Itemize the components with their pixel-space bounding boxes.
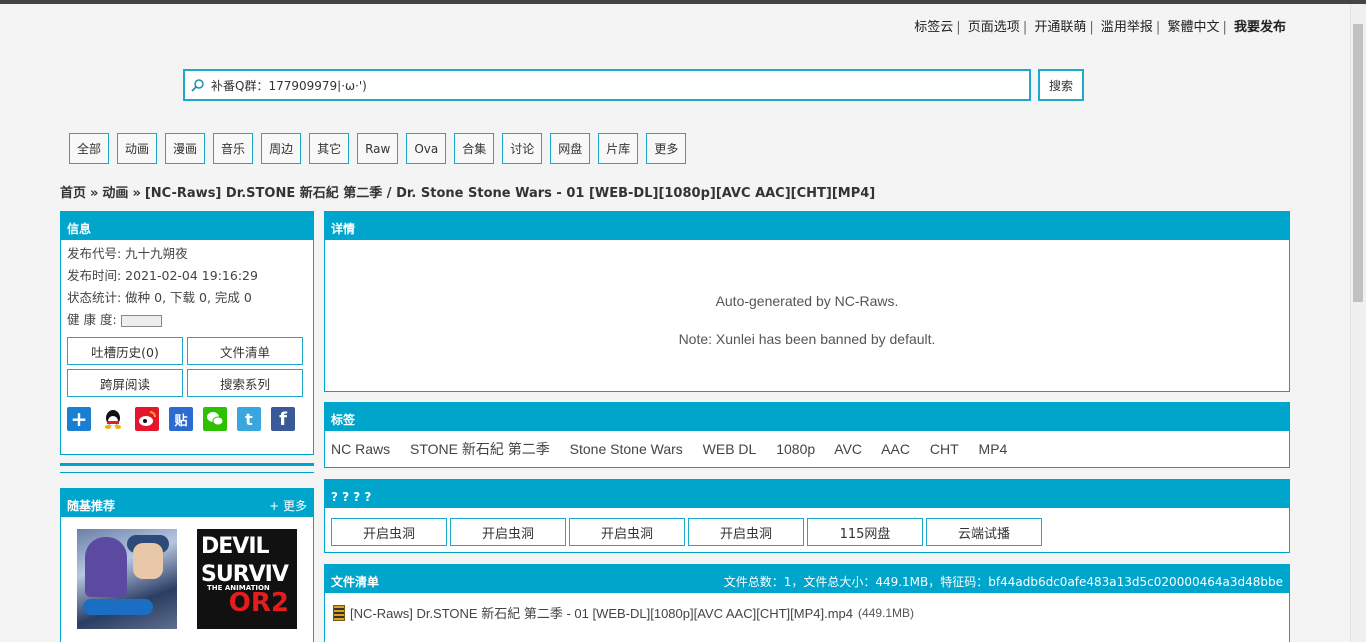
tag-list: NC Raws STONE 新石紀 第二季 Stone Stone Wars W…	[325, 431, 1289, 459]
top-links: 标签云 | 页面选项 | 开通联萌 | 滥用举报 | 繁體中文 | 我要发布	[914, 20, 1286, 35]
health-label: 健 康 度:	[67, 312, 117, 327]
tag-item[interactable]: CHT	[930, 441, 959, 457]
cloud-preview-button[interactable]: 云端试播	[926, 518, 1042, 546]
tags-panel: 标签 NC Raws STONE 新石紀 第二季 Stone Stone War…	[324, 402, 1290, 468]
window-top-border	[0, 0, 1366, 4]
page-scrollbar[interactable]	[1350, 4, 1366, 642]
category-netdisk[interactable]: 网盘	[550, 133, 591, 164]
breadcrumb-title: [NC-Raws] Dr.STONE 新石紀 第二季 / Dr. Stone S…	[144, 186, 876, 201]
tag-item[interactable]: AAC	[881, 441, 910, 457]
tag-item[interactable]: WEB DL	[703, 441, 757, 457]
tag-item[interactable]: 1080p	[776, 441, 815, 457]
file-size: (449.1MB)	[858, 605, 915, 620]
category-library[interactable]: 片库	[598, 133, 639, 164]
category-discussion[interactable]: 讨论	[502, 133, 543, 164]
publish-link[interactable]: 我要发布	[1234, 20, 1286, 35]
weibo-icon[interactable]	[135, 407, 159, 431]
tag-item[interactable]: NC Raws	[331, 441, 390, 457]
detail-panel: 详情 Auto-generated by NC-Raws. Note: Xunl…	[324, 211, 1290, 392]
more-link[interactable]: + 更多	[269, 489, 307, 523]
qq-icon[interactable]	[101, 407, 125, 431]
category-nav: 全部 动画 漫画 音乐 周边 其它 Raw Ova 合集 讨论 网盘 片库 更多	[69, 133, 694, 164]
facebook-icon[interactable]: f	[271, 407, 295, 431]
tag-item[interactable]: Stone Stone Wars	[570, 441, 683, 457]
breadcrumb: 首页» 动画» [NC-Raws] Dr.STONE 新石紀 第二季 / Dr. S…	[60, 186, 876, 201]
download-buttons: 开启虫洞 开启虫洞 开启虫洞 开启虫洞 115网盘 云端试播	[325, 508, 1289, 546]
thumb2-line-1: DEVIL	[201, 534, 270, 559]
file-list-title: 文件清单 文件总数：1，文件总大小：449.1MB，特征码：bf44adb6dc…	[325, 565, 1289, 593]
category-more[interactable]: 更多	[646, 133, 687, 164]
stats-text: 状态统计: 做种 0, 下载 0, 完成 0	[67, 290, 252, 305]
breadcrumb-section[interactable]: 动画	[102, 186, 128, 201]
tag-item[interactable]: AVC	[834, 441, 862, 457]
wechat-icon[interactable]	[203, 407, 227, 431]
search-icon	[191, 79, 204, 92]
file-list-button[interactable]: 文件清单	[187, 337, 303, 365]
recommend-thumbnail-2[interactable]: DEVIL SURVIV THE ANIMATION OR2	[197, 529, 297, 629]
info-buttons: 吐槽历史(0) 文件清单 跨屏阅读 搜索系列	[61, 331, 313, 397]
random-recommend-heading: 随基推荐	[67, 499, 116, 513]
divider	[60, 463, 314, 466]
random-recommend-panel: 随基推荐 + 更多 DEVIL SURVIV THE ANIMATION OR2	[60, 488, 314, 642]
detail-line-2: Note: Xunlei has been banned by default.	[678, 331, 936, 347]
search-button[interactable]: 搜索	[1038, 69, 1084, 101]
category-all[interactable]: 全部	[69, 133, 110, 164]
wormhole-button-1[interactable]: 开启虫洞	[331, 518, 447, 546]
wormhole-button-3[interactable]: 开启虫洞	[569, 518, 685, 546]
download-panel-title: ? ? ? ?	[325, 480, 1289, 508]
info-panel-title: 信息	[61, 212, 313, 240]
tieba-icon[interactable]: 贴	[169, 407, 193, 431]
breadcrumb-home[interactable]: 首页	[60, 186, 86, 201]
tag-cloud-link[interactable]: 标签云	[914, 20, 953, 35]
search-input[interactable]	[211, 78, 1029, 92]
search-series-button[interactable]: 搜索系列	[187, 369, 303, 397]
random-recommend-title: 随基推荐 + 更多	[61, 489, 313, 517]
tag-item[interactable]: MP4	[979, 441, 1008, 457]
divider-thin	[60, 472, 314, 473]
thumb2-line-4: OR2	[228, 587, 289, 618]
file-summary: 文件总数：1，文件总大小：449.1MB，特征码：bf44adb6dc0afe4…	[723, 575, 1283, 589]
category-manga[interactable]: 漫画	[165, 133, 206, 164]
file-name: [NC-Raws] Dr.STONE 新石紀 第二季 - 01 [WEB-DL]…	[350, 606, 854, 621]
page-options-link[interactable]: 页面选项	[968, 20, 1020, 35]
tag-item[interactable]: STONE 新石紀 第二季	[410, 441, 550, 457]
category-merch[interactable]: 周边	[261, 133, 302, 164]
health-row: 健 康 度:	[61, 309, 313, 331]
video-file-icon	[333, 604, 345, 621]
wormhole-button-4[interactable]: 开启虫洞	[688, 518, 804, 546]
recommend-thumbnail-1[interactable]	[77, 529, 177, 629]
detail-panel-title: 详情	[325, 212, 1289, 240]
category-other[interactable]: 其它	[309, 133, 350, 164]
category-anime[interactable]: 动画	[117, 133, 158, 164]
publisher-text: 发布代号: 九十九朔夜	[67, 246, 188, 261]
twitter-icon[interactable]: t	[237, 407, 261, 431]
category-collection[interactable]: 合集	[454, 133, 495, 164]
detail-content: Auto-generated by NC-Raws. Note: Xunlei …	[325, 240, 1289, 358]
download-panel: ? ? ? ? 开启虫洞 开启虫洞 开启虫洞 开启虫洞 115网盘 云端试播	[324, 479, 1290, 553]
thumb2-line-2: SURVIV	[201, 562, 289, 588]
join-alliance-link[interactable]: 开通联萌	[1034, 20, 1086, 35]
category-ova[interactable]: Ova	[406, 133, 447, 164]
comment-history-button[interactable]: 吐槽历史(0)	[67, 337, 183, 365]
add-share-icon[interactable]: +	[67, 407, 91, 431]
abuse-report-link[interactable]: 滥用举报	[1101, 20, 1153, 35]
info-panel: 信息 发布代号: 九十九朔夜 发布时间: 2021-02-04 19:16:29…	[60, 211, 314, 455]
health-bar	[120, 314, 162, 327]
share-icons: + 贴 t f	[61, 397, 313, 431]
scrollbar-thumb[interactable]	[1353, 24, 1363, 302]
category-music[interactable]: 音乐	[213, 133, 254, 164]
category-raw[interactable]: Raw	[357, 133, 399, 164]
file-list-heading: 文件清单	[331, 575, 380, 589]
file-list-panel: 文件清单 文件总数：1，文件总大小：449.1MB，特征码：bf44adb6dc…	[324, 564, 1290, 642]
tags-panel-title: 标签	[325, 403, 1289, 431]
wormhole-button-2[interactable]: 开启虫洞	[450, 518, 566, 546]
traditional-chinese-link[interactable]: 繁體中文	[1167, 20, 1219, 35]
search-box	[183, 69, 1031, 101]
publish-time-text: 发布时间: 2021-02-04 19:16:29	[67, 268, 258, 283]
detail-line-1: Auto-generated by NC-Raws.	[715, 293, 899, 309]
115-netdisk-button[interactable]: 115网盘	[807, 518, 923, 546]
cross-screen-read-button[interactable]: 跨屏阅读	[67, 369, 183, 397]
